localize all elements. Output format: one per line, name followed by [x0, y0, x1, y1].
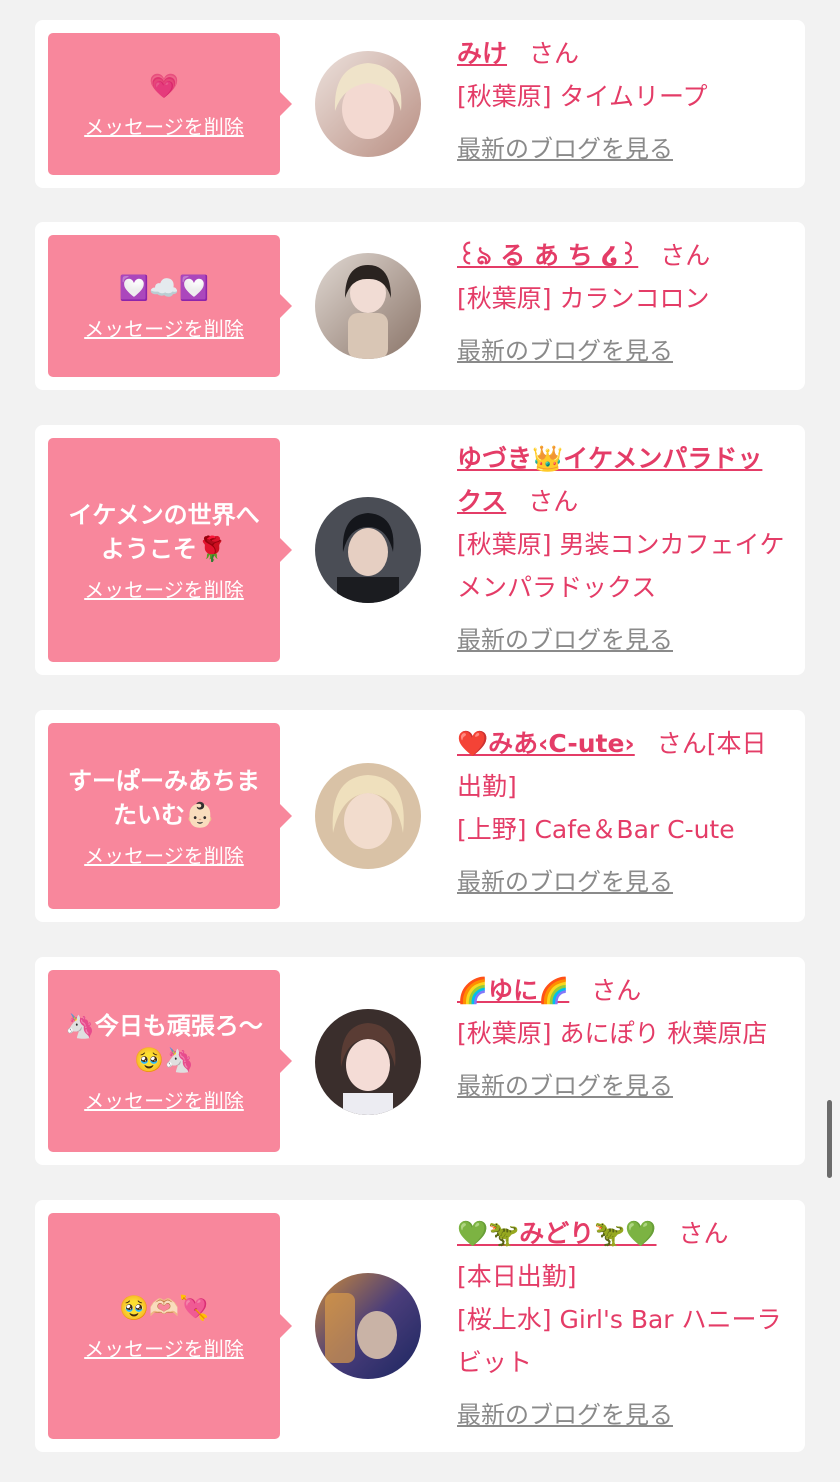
avatar[interactable] [315, 253, 421, 359]
shop-label: [秋葉原] 男装コンカフェイケメンパラドックス [457, 530, 785, 602]
message-card: 💗 メッセージを削除 みけ さん [秋葉原] タイムリープ 最新のブログを見る [35, 20, 805, 188]
cast-name-link[interactable]: ゆづき👑イケメンパラドックス [457, 444, 762, 516]
message-bubble: イケメンの世界へ ようこそ🌹 メッセージを削除 [48, 438, 292, 662]
delete-message-link[interactable]: メッセージを削除 [84, 1085, 244, 1114]
delete-message-link[interactable]: メッセージを削除 [84, 111, 244, 140]
shop-label: [上野] Cafe＆Bar C-ute [457, 815, 735, 844]
message-bubble: 💟☁️💟 メッセージを削除 [48, 235, 292, 377]
cast-info: 💚🦖みどり🦖💚 さん [本日出勤] [桜上水] Girl's Bar ハニーラビッ… [457, 1212, 785, 1437]
cast-info: ꒰ঌ る あ ち ໒꒱ さん [秋葉原] カランコロン 最新のブログを見る [457, 234, 785, 373]
message-bubble: 🥹🫶🏻💘 メッセージを削除 [48, 1213, 292, 1439]
honorific: さん [528, 487, 579, 516]
latest-blog-link[interactable]: 最新のブログを見る [457, 128, 673, 171]
cast-name-link[interactable]: 🌈ゆに🌈 [457, 976, 569, 1005]
message-bubble: 🦄今日も頑張ろ〜 🥹🦄 メッセージを削除 [48, 970, 292, 1152]
cast-name-link[interactable]: ꒰ঌ る あ ち ໒꒱ [457, 241, 638, 270]
latest-blog-link[interactable]: 最新のブログを見る [457, 861, 673, 904]
avatar[interactable] [315, 497, 421, 603]
message-bubble: 💗 メッセージを削除 [48, 33, 292, 175]
avatar[interactable] [315, 1273, 421, 1379]
message-text: 🥹🫶🏻💘 [119, 1293, 209, 1322]
latest-blog-link[interactable]: 最新のブログを見る [457, 619, 673, 662]
cast-name-link[interactable]: みけ [457, 39, 507, 68]
delete-message-link[interactable]: メッセージを削除 [84, 840, 244, 869]
message-text: イケメンの世界へ ようこそ🌹 [68, 500, 260, 563]
honorific: さん [678, 1219, 729, 1248]
honorific: さん [656, 729, 707, 758]
delete-message-link[interactable]: メッセージを削除 [84, 313, 244, 342]
latest-blog-link[interactable]: 最新のブログを見る [457, 1065, 673, 1108]
avatar[interactable] [315, 1009, 421, 1115]
honorific: さん [591, 976, 642, 1005]
message-text: すーぱーみあちま たいむ👶🏻 [68, 766, 260, 829]
cast-name-link[interactable]: ❤️みあ‹C-ute› [457, 729, 635, 758]
message-text: 💟☁️💟 [119, 273, 209, 302]
delete-message-link[interactable]: メッセージを削除 [84, 574, 244, 603]
message-card: 💟☁️💟 メッセージを削除 ꒰ঌ る あ ち ໒꒱ さん [秋葉原] カランコロン… [35, 222, 805, 390]
avatar[interactable] [315, 763, 421, 869]
cast-info: 🌈ゆに🌈 さん [秋葉原] あにぽり 秋葉原店 最新のブログを見る [457, 969, 785, 1108]
latest-blog-link[interactable]: 最新のブログを見る [457, 330, 673, 373]
cast-info: ❤️みあ‹C-ute› さん[本日出勤] [上野] Cafe＆Bar C-ute … [457, 722, 785, 904]
cast-info: ゆづき👑イケメンパラドックス さん [秋葉原] 男装コンカフェイケメンパラドックス… [457, 437, 785, 662]
status-label: [本日出勤] [457, 1262, 577, 1291]
message-card: イケメンの世界へ ようこそ🌹 メッセージを削除 ゆづき👑イケメンパラドックス さん… [35, 425, 805, 675]
message-card: 🥹🫶🏻💘 メッセージを削除 💚🦖みどり🦖💚 さん [本日出勤] [桜上水] Gir… [35, 1200, 805, 1452]
message-card: すーぱーみあちま たいむ👶🏻 メッセージを削除 ❤️みあ‹C-ute› さん[本日… [35, 710, 805, 922]
shop-label: [秋葉原] タイムリープ [457, 82, 708, 111]
delete-message-link[interactable]: メッセージを削除 [84, 1333, 244, 1362]
honorific: さん [529, 39, 580, 68]
message-card: 🦄今日も頑張ろ〜 🥹🦄 メッセージを削除 🌈ゆに🌈 さん [秋葉原] あにぽり 秋… [35, 957, 805, 1165]
cast-info: みけ さん [秋葉原] タイムリープ 最新のブログを見る [457, 32, 785, 171]
message-bubble: すーぱーみあちま たいむ👶🏻 メッセージを削除 [48, 723, 292, 909]
cast-name-link[interactable]: 💚🦖みどり🦖💚 [457, 1219, 657, 1248]
honorific: さん [660, 241, 711, 270]
shop-label: [桜上水] Girl's Bar ハニーラビット [457, 1305, 782, 1377]
avatar[interactable] [315, 51, 421, 157]
shop-label: [秋葉原] あにぽり 秋葉原店 [457, 1019, 768, 1048]
scrollbar[interactable] [827, 1100, 832, 1178]
message-text: 💗 [149, 71, 179, 100]
shop-label: [秋葉原] カランコロン [457, 284, 710, 313]
message-text: 🦄今日も頑張ろ〜 🥹🦄 [65, 1011, 263, 1074]
latest-blog-link[interactable]: 最新のブログを見る [457, 1394, 673, 1437]
